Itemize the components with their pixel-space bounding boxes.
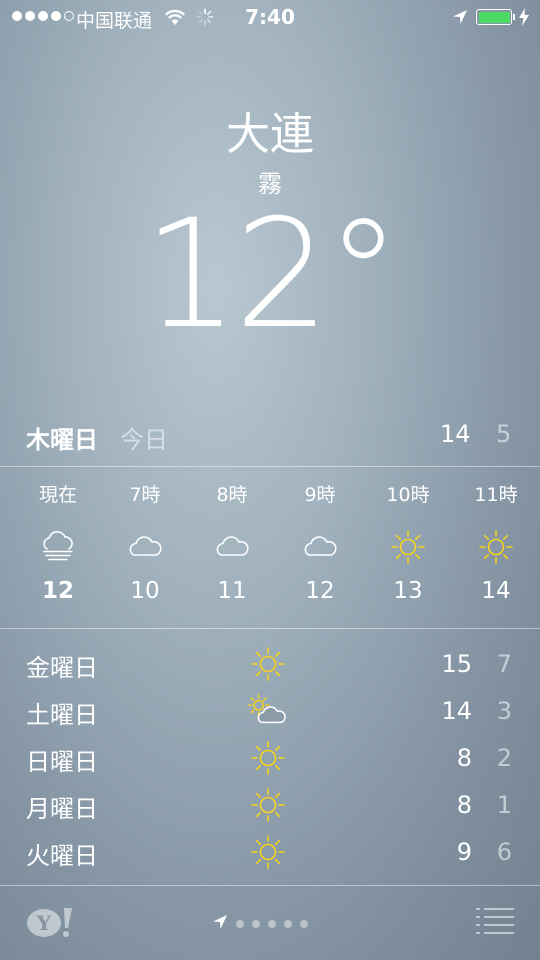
sun-icon	[364, 524, 452, 570]
hourly-item: 現在 12	[14, 480, 102, 604]
hour-temperature: 14	[481, 578, 511, 604]
daily-low: 2	[496, 744, 512, 772]
hour-temperature: 11	[217, 578, 247, 604]
sun-icon	[246, 642, 290, 686]
daily-high: 8	[456, 744, 472, 772]
hour-label: 7時	[129, 484, 161, 506]
city-name: 大連	[226, 109, 314, 160]
page-dot[interactable]	[268, 920, 276, 928]
daily-row: 土曜日 14 3	[0, 689, 540, 733]
today-label: 今日	[120, 426, 168, 454]
divider	[0, 466, 540, 467]
svg-text:Y: Y	[36, 911, 52, 935]
daily-high: 8	[456, 791, 472, 819]
hour-label: 8時	[216, 484, 248, 506]
sun-icon	[246, 830, 290, 874]
hourly-item: 10時 13	[364, 480, 452, 604]
current-temperature: 12°	[143, 188, 401, 362]
cloud-icon	[101, 524, 189, 570]
today-summary: 木曜日 今日 14 5	[0, 418, 540, 458]
hour-label: 9時	[304, 484, 336, 506]
daily-day: 月曜日	[26, 795, 98, 823]
daily-day: 日曜日	[26, 748, 98, 776]
battery-tip	[513, 14, 515, 20]
partly-cloudy-icon	[246, 689, 290, 733]
daily-day: 火曜日	[26, 842, 98, 870]
status-bar: 中国联通 7:40	[0, 0, 540, 36]
hour-temperature: 10	[130, 578, 160, 604]
daily-row: 金曜日 15 7	[0, 642, 540, 686]
daily-row: 月曜日 8 1	[0, 783, 540, 827]
daily-high: 15	[441, 650, 472, 678]
fog-icon	[14, 524, 102, 570]
daily-low: 1	[496, 791, 512, 819]
hourly-item: 7時 10	[101, 480, 189, 604]
cloud-icon	[188, 524, 276, 570]
divider	[0, 628, 540, 629]
hour-temperature: 12	[41, 578, 74, 604]
page-dot[interactable]	[236, 920, 244, 928]
city-list-menu-icon[interactable]	[476, 908, 514, 938]
page-dot[interactable]	[300, 920, 308, 928]
daily-high: 14	[441, 697, 472, 725]
daily-low: 3	[496, 697, 512, 725]
hour-temperature: 13	[393, 578, 423, 604]
hour-temperature: 12	[305, 578, 335, 604]
daily-row: 火曜日 9 6	[0, 830, 540, 874]
daily-high: 9	[456, 838, 472, 866]
daily-low: 7	[496, 650, 512, 678]
sun-icon	[246, 783, 290, 827]
hour-label: 現在	[38, 484, 77, 506]
today-low: 5	[496, 420, 512, 448]
yahoo-logo-icon[interactable]: Y	[26, 908, 76, 942]
cloud-icon	[276, 524, 364, 570]
today-high: 14	[440, 420, 471, 448]
location-services-icon	[452, 8, 468, 30]
page-indicator[interactable]	[212, 914, 308, 934]
daily-row: 日曜日 8 2	[0, 736, 540, 780]
daily-day: 金曜日	[26, 654, 98, 682]
current-location-page-icon[interactable]	[212, 914, 228, 934]
battery-icon	[476, 9, 512, 25]
page-dot[interactable]	[284, 920, 292, 928]
charging-bolt-icon	[519, 8, 529, 31]
today-day: 木曜日	[26, 426, 98, 454]
hour-label: 11時	[474, 484, 518, 506]
page-dot[interactable]	[252, 920, 260, 928]
footer-toolbar: Y	[0, 886, 540, 960]
hourly-item: 11時 14	[452, 480, 540, 604]
sun-icon	[246, 736, 290, 780]
hourly-item: 9時 12	[276, 480, 364, 604]
sun-icon	[452, 524, 540, 570]
daily-low: 6	[496, 838, 512, 866]
hour-label: 10時	[386, 484, 430, 506]
hourly-item: 8時 11	[188, 480, 276, 604]
daily-day: 土曜日	[26, 701, 98, 729]
